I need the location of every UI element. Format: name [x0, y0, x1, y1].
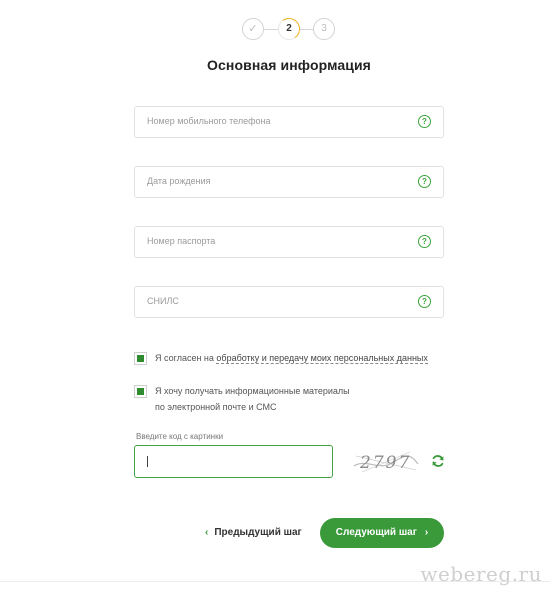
consent-text: Я согласен на обработку и передачу моих …	[155, 350, 428, 366]
passport-placeholder: Номер паспорта	[147, 236, 216, 246]
next-step-button[interactable]: Следующий шаг ›	[320, 518, 444, 548]
step-connector	[300, 29, 313, 30]
refresh-icon[interactable]	[431, 454, 445, 468]
checkbox-mark	[137, 355, 144, 362]
text-caret	[147, 456, 148, 467]
step-3-pending: 3	[313, 18, 335, 40]
captcha-image: 2797	[353, 451, 419, 473]
step-2-current: 2	[275, 15, 302, 42]
phone-field[interactable]: Номер мобильного телефона ?	[134, 106, 444, 138]
passport-field[interactable]: Номер паспорта ?	[134, 226, 444, 258]
checkbox-mark	[137, 388, 144, 395]
checkmark-icon: ✓	[248, 23, 258, 35]
next-step-label: Следующий шаг	[335, 527, 417, 538]
help-icon[interactable]: ?	[418, 295, 431, 308]
step-1-complete: ✓	[242, 18, 264, 40]
progress-arc	[275, 15, 302, 42]
previous-step-label: Предыдущий шаг	[214, 527, 302, 538]
personal-data-link[interactable]: обработку и передачу моих персональных д…	[216, 353, 428, 364]
site-watermark: webereg.ru	[420, 562, 542, 586]
newsletter-line-1: Я хочу получать информационные материалы	[155, 386, 350, 396]
consent-prefix: Я согласен на	[155, 353, 217, 363]
chevron-left-icon: ‹	[205, 527, 209, 538]
captcha-input[interactable]	[134, 445, 333, 478]
chevron-right-icon: ›	[424, 527, 429, 538]
consent-checkbox[interactable]	[134, 352, 147, 365]
step-number: 3	[321, 23, 327, 34]
snils-field[interactable]: СНИЛС ?	[134, 286, 444, 318]
help-icon[interactable]: ?	[418, 115, 431, 128]
snils-placeholder: СНИЛС	[147, 296, 179, 306]
newsletter-line-2: по электронной почте и СМС	[155, 402, 277, 412]
help-icon[interactable]: ?	[418, 235, 431, 248]
previous-step-button[interactable]: ‹ Предыдущий шаг	[205, 527, 302, 538]
birthdate-field[interactable]: Дата рождения ?	[134, 166, 444, 198]
captcha-label: Введите код с картинки	[136, 432, 224, 441]
step-connector	[264, 29, 278, 30]
page-title: Основная информация	[207, 57, 371, 73]
phone-placeholder: Номер мобильного телефона	[147, 116, 271, 126]
newsletter-checkbox[interactable]	[134, 385, 147, 398]
help-icon[interactable]: ?	[418, 175, 431, 188]
birthdate-placeholder: Дата рождения	[147, 176, 211, 186]
captcha-text: 2797	[359, 453, 411, 473]
